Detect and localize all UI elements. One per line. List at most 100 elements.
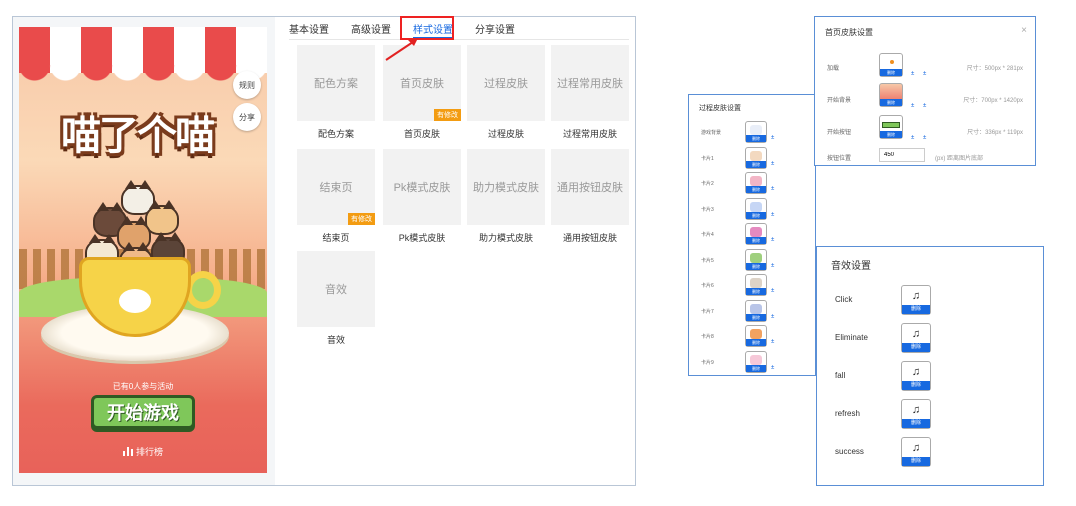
dialog-title: 过程皮肤设置	[699, 105, 741, 112]
card-end-page[interactable]: 结束页 有修改 结束页	[297, 149, 375, 244]
plus-icon[interactable]: ±	[771, 161, 774, 167]
card-label: 助力模式皮肤	[473, 182, 539, 194]
row-label: 卡片5	[701, 257, 714, 264]
loading-image-thumb[interactable]: 删除	[879, 53, 903, 77]
sound-file-thumb[interactable]: ♫ 删除	[901, 399, 931, 429]
delete-button[interactable]: 删除	[902, 381, 930, 390]
card-box: 结束页 有修改	[297, 149, 375, 225]
size-hint: 尺寸：336px * 119px	[967, 130, 1023, 136]
plus-icon[interactable]: ±	[911, 103, 914, 109]
plus-icon[interactable]: ±	[923, 135, 926, 141]
leaderboard-link[interactable]: 排行榜	[19, 445, 267, 458]
card-caption: Pk模式皮肤	[398, 233, 446, 243]
delete-button[interactable]: 删除	[746, 313, 766, 321]
thumb-preview	[750, 125, 762, 135]
plus-icon[interactable]: ±	[771, 212, 774, 218]
delete-button[interactable]: 删除	[880, 99, 902, 106]
plus-icon[interactable]: ±	[923, 71, 926, 77]
card-caption: 过程常用皮肤	[562, 129, 617, 139]
row-label: 加载	[827, 66, 840, 72]
delete-button[interactable]: 删除	[880, 131, 902, 138]
sound-name: fall	[835, 371, 846, 380]
music-note-icon: ♫	[911, 366, 921, 378]
sound-dialog: 音效设置 Click ♫ 删除 Eliminate ♫ 删除 fall ♫ 删除 refresh ♫…	[816, 246, 1044, 486]
plus-icon[interactable]: ±	[911, 135, 914, 141]
delete-button[interactable]: 删除	[746, 186, 766, 193]
delete-button[interactable]: 删除	[746, 364, 766, 372]
delete-button[interactable]: 删除	[746, 237, 766, 244]
plus-icon[interactable]: ±	[771, 135, 774, 141]
row-label: 卡片2	[701, 181, 714, 187]
skin-thumb[interactable]: 删除	[745, 223, 767, 245]
plus-icon[interactable]: ±	[923, 103, 926, 109]
delete-button[interactable]: 删除	[880, 69, 902, 76]
skin-thumb[interactable]: 删除	[745, 248, 767, 271]
delete-button[interactable]: 删除	[746, 288, 766, 295]
start-bg-thumb[interactable]: 删除	[879, 83, 903, 107]
sound-file-thumb[interactable]: ♫ 删除	[901, 285, 931, 315]
delete-button[interactable]: 删除	[746, 160, 766, 168]
paw-icon	[119, 289, 151, 313]
plus-icon[interactable]: ±	[771, 186, 774, 192]
awning-scallop	[19, 65, 267, 81]
card-caption: 通用按钮皮肤	[562, 233, 617, 243]
start-button-thumb[interactable]: 删除	[879, 115, 903, 139]
card-label: 过程常用皮肤	[557, 78, 623, 90]
delete-button[interactable]: 删除	[902, 419, 930, 428]
delete-button[interactable]: 删除	[902, 457, 930, 466]
card-process-skin[interactable]: 过程皮肤 过程皮肤	[467, 45, 545, 140]
game-title: 喵了个喵	[61, 114, 215, 158]
skin-thumb[interactable]: 删除	[745, 350, 767, 373]
modified-badge: 有修改	[434, 109, 461, 121]
delete-button[interactable]: 删除	[902, 305, 930, 314]
card-pk-skin[interactable]: Pk模式皮肤 Pk模式皮肤	[383, 149, 461, 244]
thumb-preview	[750, 176, 762, 186]
plus-icon[interactable]: ±	[911, 71, 914, 77]
tab-share[interactable]: 分享设置	[475, 17, 515, 39]
card-color-scheme[interactable]: 配色方案 配色方案	[297, 45, 375, 140]
skin-thumb[interactable]: 删除	[745, 121, 767, 143]
delete-button[interactable]: 删除	[902, 343, 930, 352]
plus-icon[interactable]: ±	[771, 365, 774, 371]
rules-button[interactable]: 规则	[233, 71, 261, 99]
sound-file-thumb[interactable]: ♫ 删除	[901, 323, 931, 353]
share-button[interactable]: 分享	[233, 103, 261, 131]
plus-icon[interactable]: ±	[771, 314, 774, 320]
row-label: 卡片3	[701, 206, 714, 213]
skin-thumb[interactable]: 删除	[745, 172, 767, 194]
music-note-icon: ♫	[911, 404, 921, 416]
card-assist-skin[interactable]: 助力模式皮肤 助力模式皮肤	[467, 149, 545, 244]
thumb-preview	[750, 227, 762, 237]
delete-button[interactable]: 删除	[746, 339, 766, 346]
card-label: 配色方案	[314, 78, 358, 90]
preview-pane: 规则 分享 喵了个喵 已有0人参与活动 开始游戏 排行榜	[13, 17, 275, 485]
leaderboard-label: 排行榜	[135, 447, 163, 457]
sound-file-thumb[interactable]: ♫ 删除	[901, 437, 931, 467]
delete-button[interactable]: 删除	[746, 135, 766, 142]
close-icon[interactable]: ×	[1021, 25, 1027, 36]
skin-thumb[interactable]: 删除	[745, 299, 767, 322]
delete-button[interactable]: 删除	[746, 211, 766, 219]
skin-thumb[interactable]: 删除	[745, 274, 767, 296]
button-position-input[interactable]	[879, 148, 925, 162]
plus-icon[interactable]: ±	[771, 288, 774, 294]
card-caption: 配色方案	[317, 129, 354, 139]
dialog-title: 首页皮肤设置	[825, 28, 873, 37]
card-caption: 结束页	[322, 233, 350, 243]
start-game-button[interactable]: 开始游戏	[91, 395, 195, 429]
delete-button[interactable]: 删除	[746, 262, 766, 270]
plus-icon[interactable]: ±	[771, 339, 774, 345]
card-process-common-skin[interactable]: 过程常用皮肤 过程常用皮肤	[551, 45, 629, 140]
thumb-preview	[750, 303, 762, 314]
sound-file-thumb[interactable]: ♫ 删除	[901, 361, 931, 391]
tab-basic[interactable]: 基本设置	[289, 17, 329, 39]
plus-icon[interactable]: ±	[771, 263, 774, 269]
skin-thumb[interactable]: 删除	[745, 197, 767, 220]
plus-icon[interactable]: ±	[771, 237, 774, 243]
card-sound[interactable]: 音效 音效	[297, 251, 375, 346]
participants-text: 已有0人参与活动	[112, 382, 174, 391]
skin-thumb[interactable]: 删除	[745, 325, 767, 347]
card-common-button-skin[interactable]: 通用按钮皮肤 通用按钮皮肤	[551, 149, 629, 244]
skin-thumb[interactable]: 删除	[745, 146, 767, 169]
thumb-preview	[750, 354, 762, 365]
